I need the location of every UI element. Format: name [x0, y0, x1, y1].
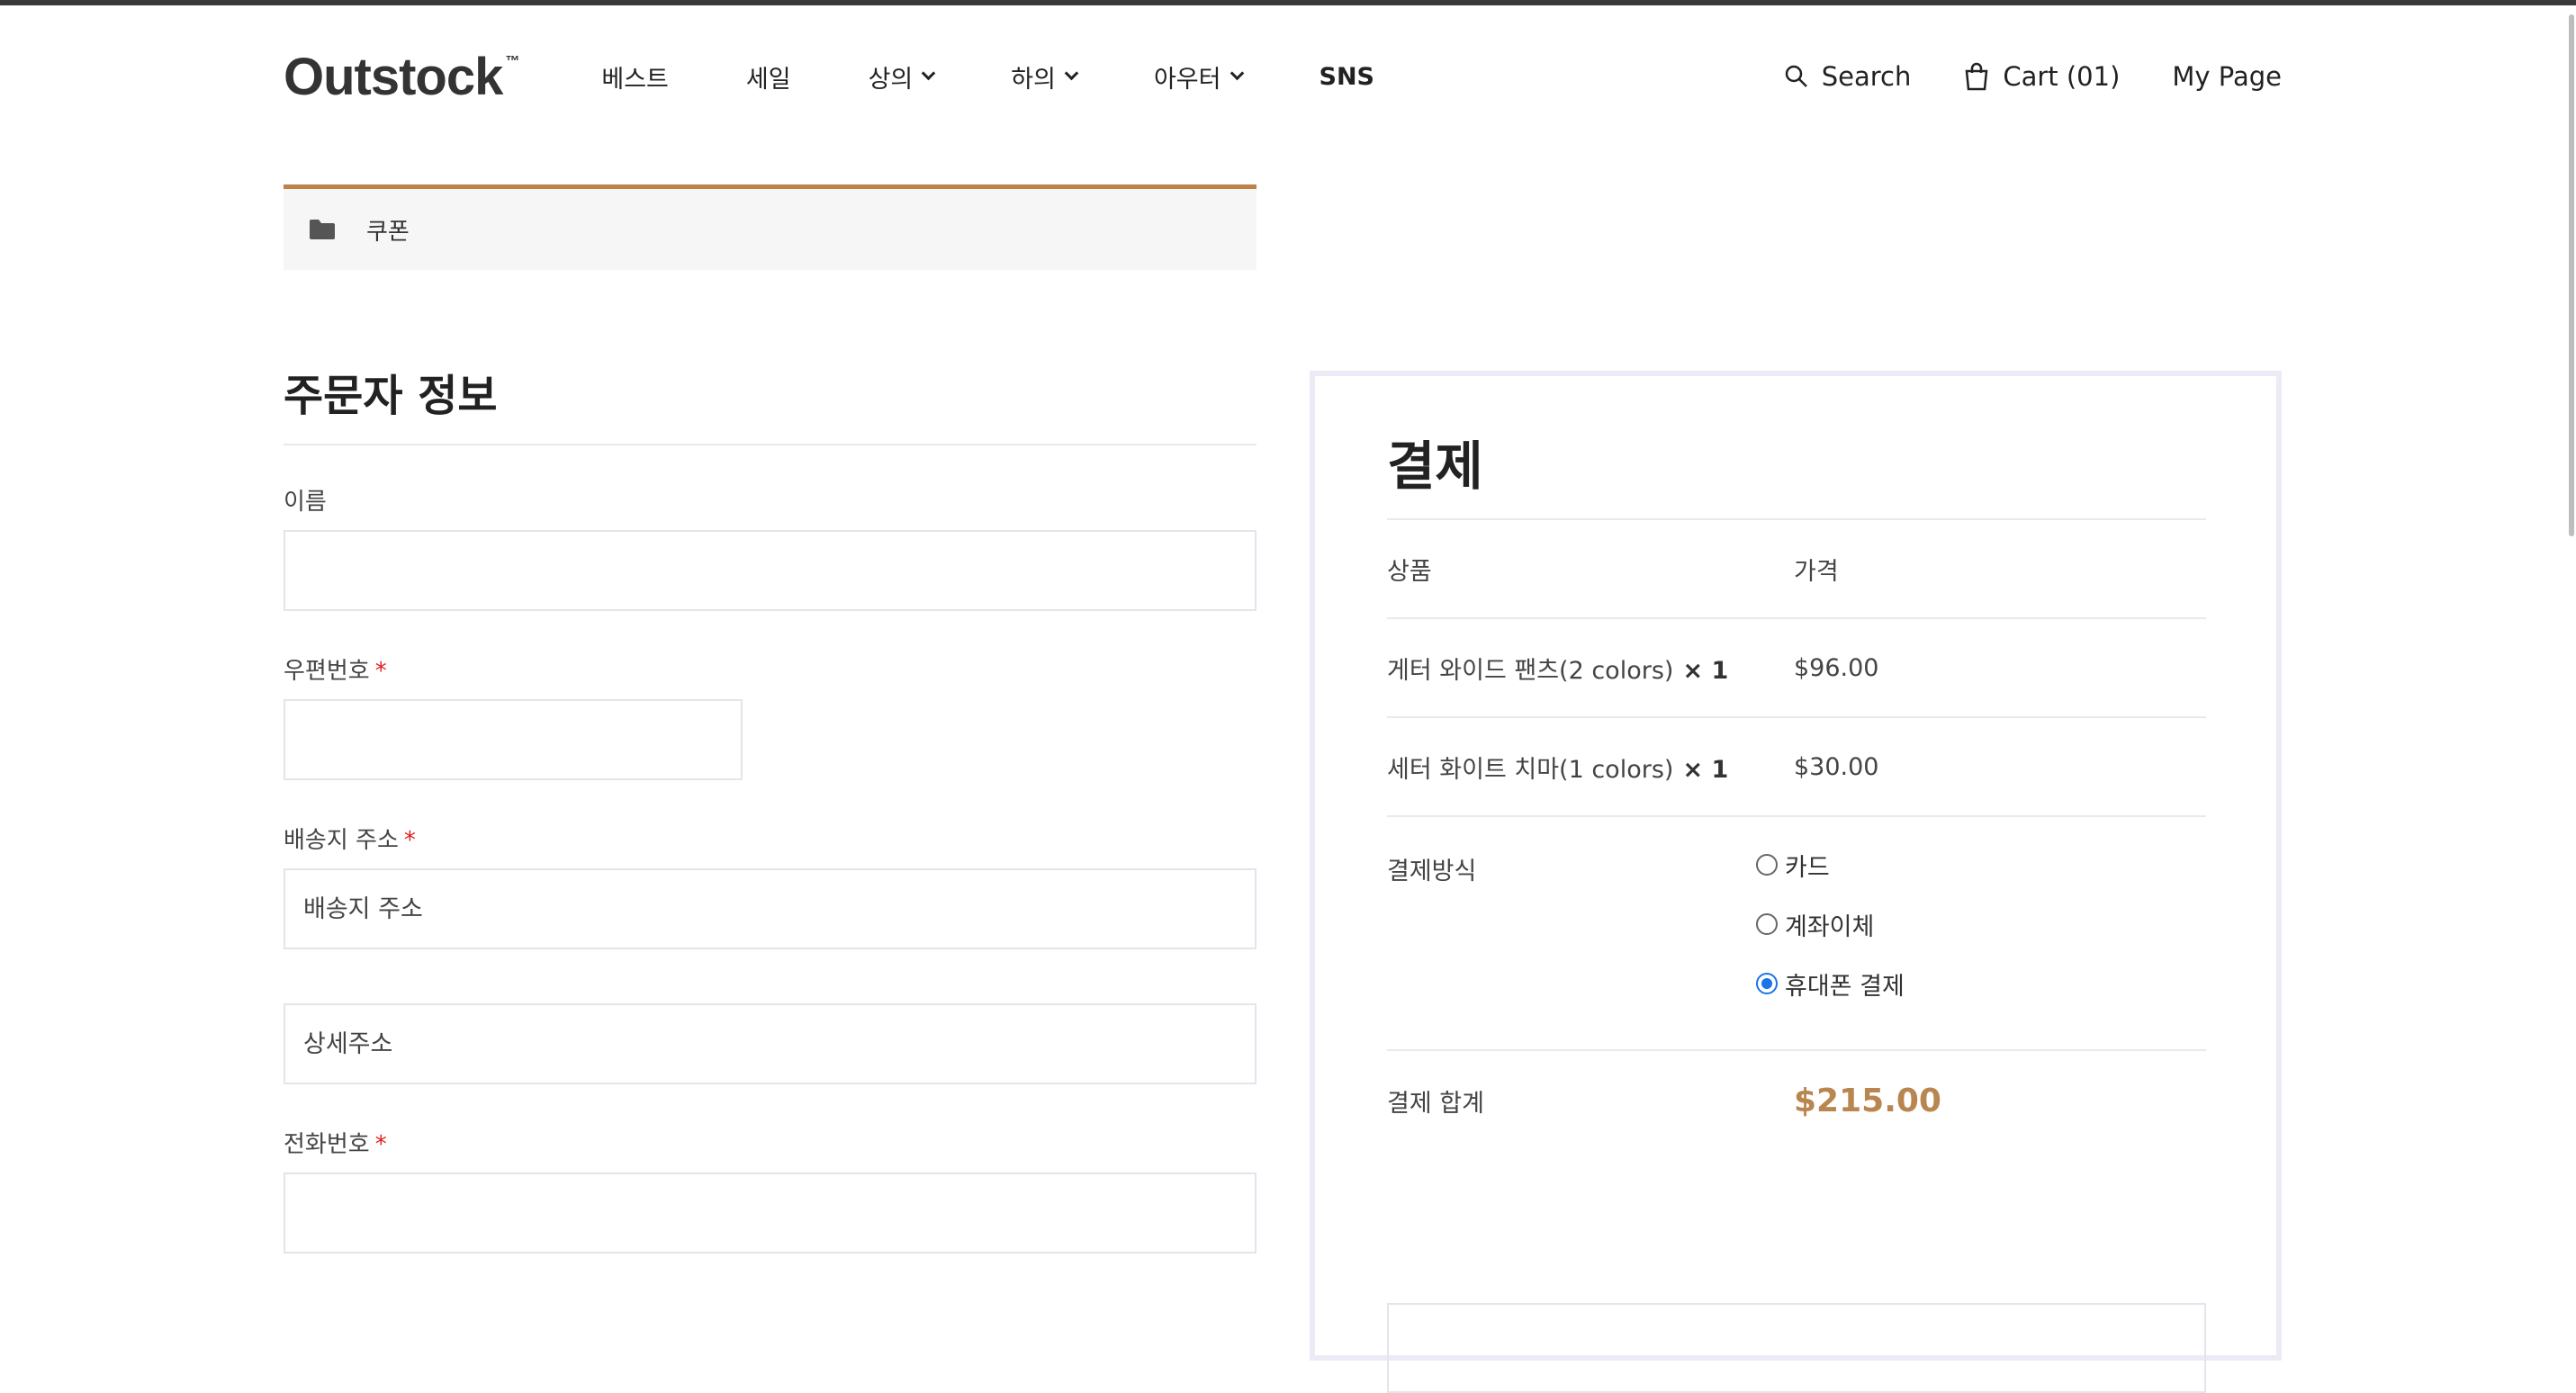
my-page-link[interactable]: My Page: [2172, 61, 2282, 92]
chevron-down-icon: [1229, 66, 1244, 80]
coupon-label: 쿠폰: [366, 218, 410, 246]
payment-method-row: 결제방식 카드 계좌이체 휴대폰 결제: [1387, 817, 2206, 1051]
main-nav: 베스트 세일 상의 하의 아우터 SNS: [592, 59, 1452, 94]
total-value: $215.00: [1794, 1082, 1941, 1119]
option-label: 휴대폰 결제: [1785, 972, 1905, 1001]
payment-inner: 결제 상품 가격 게터 와이드 팬츠(2 colors) × 1 $96.00 세…: [1387, 421, 2206, 1393]
nav-item-sale[interactable]: 세일: [746, 59, 791, 94]
cart-label: Cart (01): [2003, 61, 2121, 92]
label-text: 이름: [284, 489, 327, 516]
option-label: 카드: [1785, 853, 1830, 882]
shopping-bag-icon: [1965, 62, 1988, 91]
nav-label: 세일: [745, 65, 791, 94]
coupon-bar[interactable]: 쿠폰: [284, 184, 1256, 270]
item-name: 게터 와이드 팬츠(2 colors): [1387, 656, 1674, 685]
my-page-label: My Page: [2172, 61, 2282, 92]
radio-button[interactable]: [1756, 854, 1778, 876]
payment-method-label: 결제방식: [1387, 858, 1477, 885]
nav-label: 아우터: [1153, 65, 1221, 94]
chevron-down-icon: [922, 66, 936, 80]
column-price: 가격: [1794, 557, 1839, 586]
cart-button[interactable]: Cart (01): [1963, 61, 2120, 92]
required-mark: *: [374, 1131, 387, 1158]
payment-bottom-box[interactable]: [1387, 1303, 2206, 1393]
radio-button-selected[interactable]: [1756, 973, 1778, 994]
label-text: 배송지 주소: [284, 827, 399, 854]
search-icon: [1785, 65, 1807, 87]
nav-item-bottoms[interactable]: 하의: [1011, 59, 1079, 94]
column-product: 상품: [1387, 557, 1432, 586]
total-label: 결제 합계: [1387, 1089, 1484, 1118]
item-qty: × 1: [1682, 656, 1729, 685]
order-table-header: 상품 가격: [1387, 520, 2206, 619]
address-label: 배송지 주소 *: [284, 822, 1256, 854]
order-item-price: $30.00: [1794, 752, 1879, 781]
search-button[interactable]: Search: [1784, 61, 1912, 92]
site-header: Outstock ™ 베스트 세일 상의 하의 아우터 SNS Search Ca…: [284, 45, 2282, 108]
name-label: 이름: [284, 483, 1256, 516]
required-mark: *: [403, 827, 416, 854]
item-name: 세터 화이트 치마(1 colors): [1387, 755, 1674, 784]
order-item-row: 게터 와이드 팬츠(2 colors) × 1 $96.00: [1387, 619, 2206, 718]
payment-title: 결제: [1387, 421, 2206, 520]
folder-icon: [310, 220, 335, 239]
option-label: 계좌이체: [1785, 912, 1875, 941]
scrollbar-thumb[interactable]: [2569, 14, 2574, 536]
payment-option-phone[interactable]: 휴대폰 결제: [1756, 954, 1905, 1013]
address-input[interactable]: [284, 868, 1256, 949]
payment-option-card[interactable]: 카드: [1756, 835, 1905, 894]
payment-panel: 결제 상품 가격 게터 와이드 팬츠(2 colors) × 1 $96.00 세…: [1310, 371, 2282, 1393]
name-input[interactable]: [284, 530, 1256, 611]
order-item-price: $96.00: [1794, 653, 1879, 682]
nav-item-sns[interactable]: SNS: [1320, 63, 1375, 91]
postcode-label: 우편번호 *: [284, 652, 1256, 685]
orderer-form: 주문자 정보 이름 우편번호* 배송지 주소* 전화번호*: [284, 355, 1256, 1254]
label-text: 전화번호: [284, 1131, 370, 1158]
nav-label: SNS: [1319, 62, 1375, 91]
required-mark: *: [374, 658, 387, 685]
header-actions: Search Cart (01) My Page: [1732, 45, 2282, 108]
nav-label: 상의: [868, 65, 914, 94]
order-item-row: 세터 화이트 치마(1 colors) × 1 $30.00: [1387, 718, 2206, 817]
nav-label: 베스트: [601, 65, 669, 94]
logo-text: Outstock: [284, 47, 503, 106]
label-text: 우편번호: [284, 658, 370, 685]
nav-label: 하의: [1011, 65, 1056, 94]
item-qty: × 1: [1682, 755, 1729, 784]
search-label: Search: [1821, 61, 1912, 92]
nav-item-tops[interactable]: 상의: [868, 59, 936, 94]
logo-tm: ™: [505, 53, 519, 69]
order-item-name: 게터 와이드 팬츠(2 colors) × 1: [1387, 651, 1794, 686]
payment-option-transfer[interactable]: 계좌이체: [1756, 894, 1905, 954]
address-detail-input[interactable]: [284, 1003, 1256, 1084]
phone-label: 전화번호 *: [284, 1126, 1256, 1158]
phone-input[interactable]: [284, 1173, 1256, 1254]
chevron-down-icon: [1064, 66, 1079, 80]
order-item-name: 세터 화이트 치마(1 colors) × 1: [1387, 750, 1794, 785]
radio-button[interactable]: [1756, 913, 1778, 935]
postcode-input[interactable]: [284, 699, 743, 780]
top-border: [0, 0, 2576, 5]
payment-method-options: 카드 계좌이체 휴대폰 결제: [1756, 835, 1905, 1049]
scrollbar[interactable]: [2567, 5, 2576, 1287]
orderer-title: 주문자 정보: [284, 355, 1256, 445]
payment-total-row: 결제 합계 $215.00: [1387, 1051, 2206, 1150]
nav-item-outer[interactable]: 아우터: [1153, 59, 1244, 94]
nav-item-best[interactable]: 베스트: [601, 59, 669, 94]
site-logo[interactable]: Outstock ™: [284, 47, 519, 107]
